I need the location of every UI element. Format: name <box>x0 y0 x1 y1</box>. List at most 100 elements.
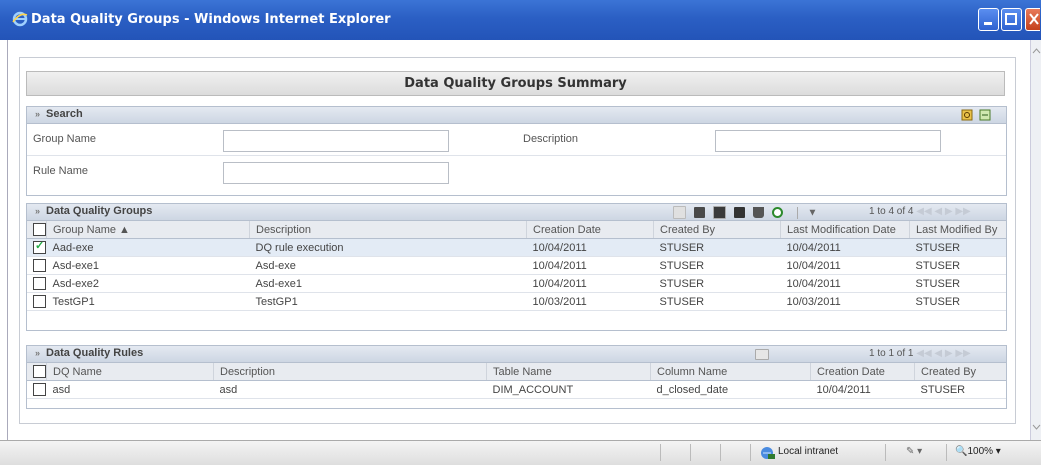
last-mod-by-cell: STUSER <box>909 256 1006 275</box>
scroll-down-icon[interactable] <box>1031 420 1041 434</box>
dq-rules-panel: » Data Quality Rules 1 to 1 of 1 ◀◀ ◀ ▶ ▶… <box>26 345 1007 409</box>
table-name-cell: DIM_ACCOUNT <box>486 380 651 399</box>
maximize-icon <box>1005 13 1017 25</box>
col-group-name[interactable]: Group Name ▲ <box>46 221 250 239</box>
internet-explorer-icon <box>12 11 28 27</box>
rules-pager: 1 to 1 of 1 ◀◀ ◀ ▶ ▶▶ <box>869 348 971 359</box>
minimize-icon <box>984 22 992 25</box>
dq-groups-table: Group Name ▲ Description Creation Date C… <box>27 221 1006 311</box>
collapse-icon[interactable]: » <box>35 206 40 216</box>
run-icon[interactable] <box>772 207 784 218</box>
creation-date-cell: 10/04/2011 <box>526 274 654 293</box>
dq-groups-page: Data Quality Groups Summary » Search Grou… <box>19 57 1016 424</box>
last-mod-date-cell: 10/04/2011 <box>780 274 910 293</box>
row-checkbox[interactable] <box>33 259 46 272</box>
dq-rules-table: DQ Name Description Table Name Column Na… <box>27 363 1006 399</box>
rules-paging-text: 1 to 1 of 1 <box>869 348 914 359</box>
collapse-icon[interactable]: » <box>35 109 40 119</box>
table-row[interactable]: TestGP1 TestGP1 10/03/2011 STUSER 10/03/… <box>27 292 1006 311</box>
delete-icon[interactable] <box>753 207 765 218</box>
groups-toolbar: ▼ <box>673 206 817 219</box>
col-created-by[interactable]: Created By <box>653 221 781 239</box>
zone-text: Local intranet <box>778 446 839 457</box>
last-mod-date-cell: 10/04/2011 <box>780 238 910 257</box>
group-name-input[interactable] <box>223 130 449 152</box>
description-label: Description <box>523 133 579 145</box>
status-bar: Local intranet ✎ ▾ 🔍100% ▾ <box>0 440 1041 465</box>
zoom-control[interactable]: 🔍100% ▾ <box>955 446 1001 457</box>
globe-icon <box>761 447 775 459</box>
browser-window: Data Quality Groups - Windows Internet E… <box>0 0 1041 465</box>
col-dq-name[interactable]: DQ Name <box>46 363 214 381</box>
edit-icon[interactable] <box>713 206 727 219</box>
dq-groups-header: » Data Quality Groups ▼ 1 to 4 of 4 ◀◀ ◀ … <box>27 204 1006 221</box>
row-checkbox[interactable] <box>33 277 46 290</box>
select-all-checkbox[interactable] <box>33 223 46 236</box>
rules-header-row: DQ Name Description Table Name Column Na… <box>27 363 1006 381</box>
group-name-cell: Asd-exe2 <box>46 274 250 293</box>
row-checkbox[interactable] <box>33 383 46 396</box>
group-name-cell: Asd-exe1 <box>46 256 250 275</box>
rule-name-input[interactable] <box>223 162 449 184</box>
search-panel: » Search Group Name Description Rule Name <box>26 106 1007 196</box>
row-checkbox[interactable] <box>33 295 46 308</box>
col-table-name[interactable]: Table Name <box>486 363 651 381</box>
last-mod-date-cell: 10/04/2011 <box>780 256 910 275</box>
table-row[interactable]: asd asd DIM_ACCOUNT d_closed_date 10/04/… <box>27 380 1006 399</box>
col-last-mod-date[interactable]: Last Modification Date <box>780 221 910 239</box>
groups-paging-text: 1 to 4 of 4 <box>869 206 914 217</box>
dq-groups-panel: » Data Quality Groups ▼ 1 to 4 of 4 ◀◀ ◀ … <box>26 203 1007 331</box>
table-row[interactable]: Aad-exe DQ rule execution 10/04/2011 STU… <box>27 238 1006 257</box>
description-cell: asd <box>213 380 487 399</box>
vertical-scrollbar[interactable] <box>1030 40 1041 440</box>
copy-icon[interactable] <box>734 207 746 218</box>
col-column-name[interactable]: Column Name <box>650 363 811 381</box>
dq-rules-title: Data Quality Rules <box>46 347 144 359</box>
created-by-cell: STUSER <box>653 238 781 257</box>
column-name-cell: d_closed_date <box>650 380 811 399</box>
description-input[interactable] <box>715 130 941 152</box>
search-panel-title: Search <box>46 108 83 120</box>
rule-name-label: Rule Name <box>33 165 89 177</box>
col-creation-date[interactable]: Creation Date <box>810 363 915 381</box>
col-last-mod-by[interactable]: Last Modified By <box>909 221 1006 239</box>
col-creation-date[interactable]: Creation Date <box>526 221 654 239</box>
table-row[interactable]: Asd-exe1 Asd-exe 10/04/2011 STUSER 10/04… <box>27 256 1006 275</box>
col-description[interactable]: Description <box>249 221 527 239</box>
protected-mode-icon[interactable]: ✎ ▾ <box>906 446 922 457</box>
page-title: Data Quality Groups Summary <box>26 71 1005 96</box>
add-icon[interactable] <box>673 206 686 219</box>
creation-date-cell: 10/04/2011 <box>526 238 654 257</box>
last-mod-by-cell: STUSER <box>909 292 1006 311</box>
view-icon[interactable] <box>755 349 769 360</box>
view-icon[interactable] <box>694 207 706 218</box>
close-button[interactable] <box>1025 8 1040 31</box>
search-icon[interactable] <box>961 109 973 121</box>
groups-header-row: Group Name ▲ Description Creation Date C… <box>27 221 1006 239</box>
close-icon <box>1029 13 1039 25</box>
search-row-1: Group Name Description <box>27 124 1006 156</box>
maximize-button[interactable] <box>1001 8 1022 31</box>
pager-arrows-icon[interactable]: ◀◀ ◀ ▶ ▶▶ <box>916 206 970 217</box>
select-all-checkbox[interactable] <box>33 365 46 378</box>
table-row[interactable]: Asd-exe2 Asd-exe1 10/04/2011 STUSER 10/0… <box>27 274 1006 293</box>
group-name-cell: TestGP1 <box>46 292 250 311</box>
pager-arrows-icon[interactable]: ◀◀ ◀ ▶ ▶▶ <box>916 348 970 359</box>
group-name-cell: Aad-exe <box>46 238 250 257</box>
col-created-by[interactable]: Created By <box>914 363 1006 381</box>
zoom-icon: 🔍 <box>955 446 968 457</box>
creation-date-cell: 10/04/2011 <box>526 256 654 275</box>
col-description[interactable]: Description <box>213 363 487 381</box>
description-cell: DQ rule execution <box>249 238 527 257</box>
row-checkbox[interactable] <box>33 239 46 254</box>
description-cell: TestGP1 <box>249 292 527 311</box>
creation-date-cell: 10/04/2011 <box>810 380 915 399</box>
dq-groups-title: Data Quality Groups <box>46 205 153 217</box>
collapse-icon[interactable]: » <box>35 348 40 358</box>
created-by-cell: STUSER <box>653 256 781 275</box>
title-bar: Data Quality Groups - Windows Internet E… <box>0 0 1041 40</box>
filter-icon[interactable]: ▼ <box>807 207 817 218</box>
minimize-button[interactable] <box>978 8 999 31</box>
reset-icon[interactable] <box>979 109 991 121</box>
scroll-up-icon[interactable] <box>1031 44 1041 58</box>
